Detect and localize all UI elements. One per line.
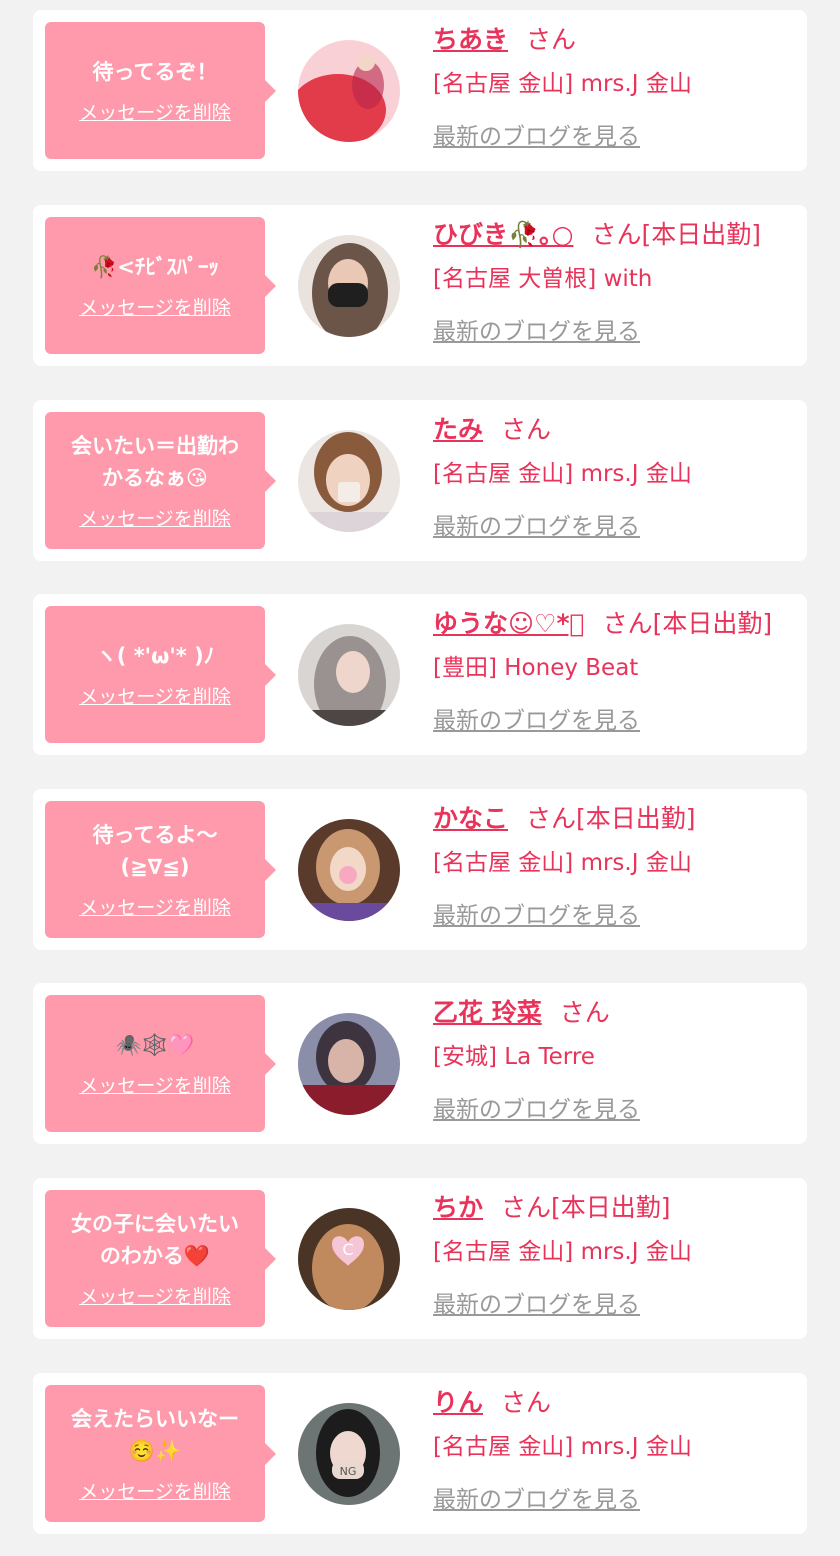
delete-message-link[interactable]: メッセージを削除 [79,98,231,125]
shop-label: [豊田] Honey Beat [433,655,639,681]
cast-suffix: さん[本日出勤] [591,220,761,249]
message-text: ヽ( *'ω'* )ﾉ [95,644,215,668]
svg-text:NG: NG [340,1465,357,1478]
cast-name-link[interactable]: りん [433,1388,483,1417]
latest-blog-link[interactable]: 最新のブログを見る [433,705,640,737]
shop-label: [名古屋 金山] mrs.J 金山 [433,1239,692,1265]
favorite-card: ヽ( *'ω'* )ﾉ メッセージを削除 ゆうな☺︎♡*ﾟ さん[本日出勤] [豊… [33,594,807,755]
avatar[interactable] [298,1013,400,1115]
cast-info: 乙花 玲菜 さん [安城] La Terre 最新のブログを見る [433,997,797,1126]
message-bubble: 会いたい＝出勤わ かるなぁ😘 メッセージを削除 [45,412,276,549]
avatar[interactable] [298,430,400,532]
favorite-card: 待ってるよ〜 (≧∇≦) メッセージを削除 かなこ さん[本日出勤] [名古屋 金… [33,789,807,950]
message-text: 🥀<ﾁﾋﾞｽﾊﾟｰｯ [91,255,219,279]
svg-text:C: C [342,1240,353,1259]
latest-blog-link[interactable]: 最新のブログを見る [433,1289,640,1321]
message-bubble: 🕷️🕸️🩷 メッセージを削除 [45,995,276,1132]
message-bubble: 女の子に会いたい のわかる❤️ メッセージを削除 [45,1190,276,1327]
shop-label: [名古屋 金山] mrs.J 金山 [433,850,692,876]
shop-label: [名古屋 金山] mrs.J 金山 [433,71,692,97]
shop-label: [名古屋 金山] mrs.J 金山 [433,461,692,487]
cast-name-link[interactable]: かなこ [433,804,508,833]
latest-blog-link[interactable]: 最新のブログを見る [433,316,640,348]
cast-name-link[interactable]: ちか [433,1193,483,1222]
shop-label: [名古屋 金山] mrs.J 金山 [433,1434,692,1460]
cast-suffix: さん [559,998,610,1027]
delete-message-link[interactable]: メッセージを削除 [79,682,231,709]
latest-blog-link[interactable]: 最新のブログを見る [433,900,640,932]
avatar[interactable]: NG [298,1403,400,1505]
cast-suffix: さん[本日出勤] [602,609,773,638]
cast-name-link[interactable]: ちあき [433,25,508,54]
message-text: 待ってるよ〜 (≧∇≦) [92,823,218,879]
cast-suffix: さん [501,1388,552,1417]
avatar[interactable] [298,235,400,337]
latest-blog-link[interactable]: 最新のブログを見る [433,1094,640,1126]
cast-suffix: さん [526,25,577,54]
message-text: 女の子に会いたい のわかる❤️ [71,1212,239,1268]
held-object [338,482,360,502]
cast-name-link[interactable]: ゆうな☺︎♡*ﾟ [433,609,585,638]
avatar[interactable]: C [298,1208,400,1310]
face-sticker [339,866,357,884]
avatar[interactable] [298,624,400,726]
message-text: 🕷️🕸️🩷 [115,1033,195,1057]
latest-blog-link[interactable]: 最新のブログを見る [433,121,640,153]
message-bubble: 🥀<ﾁﾋﾞｽﾊﾟｰｯ メッセージを削除 [45,217,276,354]
cast-info: ゆうな☺︎♡*ﾟ さん[本日出勤] [豊田] Honey Beat 最新のブログを… [433,608,797,737]
avatar[interactable] [298,40,400,142]
delete-message-link[interactable]: メッセージを削除 [79,1477,231,1504]
cast-suffix: さん[本日出勤] [526,804,696,833]
cast-name-link[interactable]: ひびき🥀｡○ [433,220,573,249]
message-bubble: 待ってるよ〜 (≧∇≦) メッセージを削除 [45,801,276,938]
message-text: 待ってるぞ！ [92,60,218,84]
delete-message-link[interactable]: メッセージを削除 [79,1282,231,1309]
shop-label: [安城] La Terre [433,1044,595,1070]
mask [328,283,368,307]
delete-message-link[interactable]: メッセージを削除 [79,1071,231,1098]
latest-blog-link[interactable]: 最新のブログを見る [433,1484,640,1516]
cast-name-link[interactable]: たみ [433,415,483,444]
cast-info: たみ さん [名古屋 金山] mrs.J 金山 最新のブログを見る [433,414,797,543]
favorite-card: 待ってるぞ！ メッセージを削除 ちあき さん [名古屋 金山] mrs.J 金山 … [33,10,807,171]
cast-info: ひびき🥀｡○ さん[本日出勤] [名古屋 大曽根] with 最新のブログを見る [433,219,797,348]
favorite-card: 女の子に会いたい のわかる❤️ メッセージを削除 C ちか さん[本日出勤] [名… [33,1178,807,1339]
favorite-card: 会えたらいいなー ☺️✨ メッセージを削除 NG りん さん [名古屋 金山] m… [33,1373,807,1534]
cast-suffix: さん[本日出勤] [501,1193,671,1222]
message-bubble: ヽ( *'ω'* )ﾉ メッセージを削除 [45,606,276,743]
delete-message-link[interactable]: メッセージを削除 [79,893,231,920]
favorite-card: 🕷️🕸️🩷 メッセージを削除 乙花 玲菜 さん [安城] La Terre 最新の… [33,983,807,1144]
cast-info: ちあき さん [名古屋 金山] mrs.J 金山 最新のブログを見る [433,24,797,153]
cast-info: りん さん [名古屋 金山] mrs.J 金山 最新のブログを見る [433,1387,797,1516]
message-bubble: 待ってるぞ！ メッセージを削除 [45,22,276,159]
cast-name-link[interactable]: 乙花 玲菜 [433,998,542,1027]
message-bubble: 会えたらいいなー ☺️✨ メッセージを削除 [45,1385,276,1522]
message-text: 会いたい＝出勤わ かるなぁ😘 [71,434,239,490]
favorite-card: 🥀<ﾁﾋﾞｽﾊﾟｰｯ メッセージを削除 ひびき🥀｡○ さん[本日出勤] [名古屋 … [33,205,807,366]
cast-info: ちか さん[本日出勤] [名古屋 金山] mrs.J 金山 最新のブログを見る [433,1192,797,1321]
cast-info: かなこ さん[本日出勤] [名古屋 金山] mrs.J 金山 最新のブログを見る [433,803,797,932]
message-text: 会えたらいいなー ☺️✨ [71,1407,239,1463]
latest-blog-link[interactable]: 最新のブログを見る [433,511,640,543]
favorite-card: 会いたい＝出勤わ かるなぁ😘 メッセージを削除 たみ さん [名古屋 金山] mr… [33,400,807,561]
cast-suffix: さん [501,415,552,444]
delete-message-link[interactable]: メッセージを削除 [79,504,231,531]
delete-message-link[interactable]: メッセージを削除 [79,293,231,320]
avatar[interactable] [298,819,400,921]
shop-label: [名古屋 大曽根] with [433,266,653,292]
